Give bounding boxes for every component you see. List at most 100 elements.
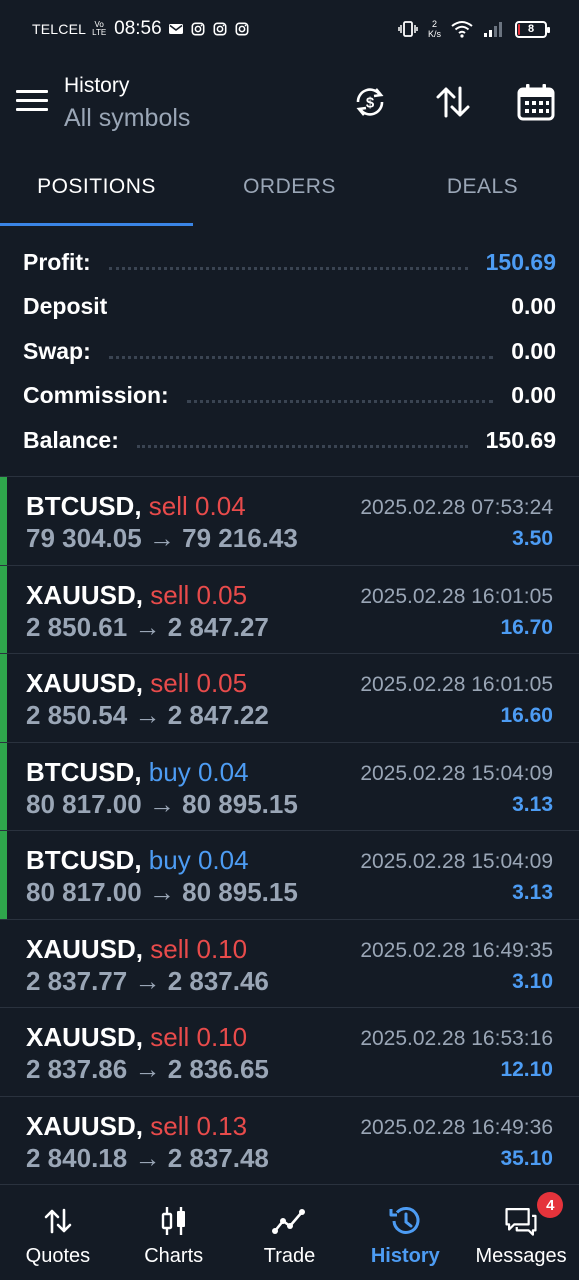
price-open: 2 840.18 [26, 1142, 128, 1173]
price-open: 2 850.61 [26, 611, 128, 642]
price-close: 2 837.46 [167, 965, 269, 996]
price-open: 80 817.00 [26, 788, 142, 819]
price-close: 2 837.48 [167, 1142, 269, 1173]
volte-indicator: Vo LTE [92, 20, 107, 37]
position-row[interactable]: XAUUSD, sell 0.10 2 837.77 → 2 837.46 2025… [0, 920, 579, 1008]
position-symbol: BTCUSD, [26, 756, 142, 787]
position-row[interactable]: BTCUSD, buy 0.04 80 817.00 → 80 895.15 202… [0, 831, 579, 920]
position-prices: 2 837.77 → 2 837.46 [26, 966, 269, 997]
price-open: 80 817.00 [26, 877, 142, 907]
position-time: 2025.02.28 16:49:36 [360, 1115, 553, 1139]
position-row[interactable]: BTCUSD, buy 0.04 80 817.00 → 80 895.15 202… [0, 742, 579, 831]
deposit-value: 0.00 [511, 293, 556, 320]
position-time: 2025.02.28 15:04:09 [360, 761, 553, 785]
positions-list: BTCUSD, sell 0.04 79 304.05 → 79 216.43 20… [0, 476, 579, 1185]
position-side: sell [150, 1022, 190, 1052]
position-marker [0, 831, 7, 919]
position-row[interactable]: XAUUSD, sell 0.05 2 850.61 → 2 847.27 2025… [0, 565, 579, 654]
instagram-icon [213, 22, 227, 36]
nav-history[interactable]: History [347, 1188, 463, 1280]
position-row[interactable]: BTCUSD, sell 0.04 79 304.05 → 79 216.43 20… [0, 477, 579, 566]
position-marker [0, 565, 7, 653]
net-speed-unit: K/s [427, 29, 441, 39]
position-symbol: XAUUSD, [26, 1110, 144, 1141]
arrow-right-icon: → [134, 1054, 161, 1084]
sort-button[interactable] [431, 80, 475, 124]
calendar-icon [517, 84, 555, 121]
menu-icon[interactable] [16, 90, 48, 116]
profit-label: Profit: [23, 248, 91, 275]
nav-messages[interactable]: Messages 4 [463, 1188, 579, 1280]
account-summary: Profit: 150.69 Deposit 0.00 Swap: 0.00 C… [0, 240, 579, 463]
position-volume: 0.10 [196, 933, 248, 964]
position-profit: 35.10 [500, 1146, 553, 1170]
battery-level: 8 [527, 23, 535, 35]
price-close: 2 847.22 [167, 700, 269, 730]
battery-icon: 8 [515, 20, 550, 38]
wifi-icon [451, 21, 473, 38]
instagram-icon [235, 22, 249, 36]
signal-icon [484, 22, 502, 37]
position-side: buy [148, 756, 191, 787]
position-side: sell [150, 579, 190, 610]
position-profit: 12.10 [500, 1058, 553, 1081]
position-symbol: XAUUSD, [26, 1022, 144, 1052]
price-close: 2 847.27 [167, 611, 269, 642]
position-volume: 0.10 [196, 1022, 248, 1052]
sort-icon [436, 86, 470, 118]
position-row[interactable]: XAUUSD, sell 0.13 2 840.18 → 2 837.48 2025… [0, 1097, 579, 1185]
position-time: 2025.02.28 07:53:24 [360, 496, 553, 519]
currency-exchange-button[interactable]: $ [348, 80, 392, 124]
position-time: 2025.02.28 16:53:16 [360, 1027, 553, 1050]
history-tabs: POSITIONS ORDERS DEALS [0, 154, 579, 226]
position-marker [0, 654, 7, 742]
position-symbol: XAUUSD, [26, 933, 144, 964]
arrow-right-icon: → [134, 611, 161, 642]
nav-quotes[interactable]: Quotes [0, 1188, 116, 1280]
bottom-navigation: Quotes Charts Trade History Messages 4 [0, 1188, 579, 1280]
profit-value: 150.69 [485, 248, 556, 275]
swap-label: Swap: [23, 337, 91, 364]
position-profit: 3.10 [512, 969, 553, 993]
position-prices: 2 850.54 → 2 847.22 [26, 700, 269, 731]
vibrate-icon [398, 21, 418, 37]
tab-deals[interactable]: DEALS [386, 154, 579, 226]
arrow-right-icon: → [148, 523, 175, 553]
nav-trade[interactable]: Trade [232, 1188, 348, 1280]
position-volume: 0.04 [197, 845, 249, 875]
tab-positions[interactable]: POSITIONS [0, 154, 193, 226]
position-symbol: XAUUSD, [26, 668, 144, 698]
arrow-right-icon: → [134, 700, 161, 730]
tab-orders[interactable]: ORDERS [193, 154, 386, 226]
battery-fill [518, 23, 521, 35]
position-volume: 0.13 [196, 1110, 248, 1141]
net-speed: 2 K/s [428, 19, 441, 39]
position-prices: 80 817.00 → 80 895.15 [26, 877, 298, 908]
status-bar: TELCEL Vo LTE 08:56 2 K/s 8 [0, 0, 579, 58]
price-open: 2 837.77 [26, 965, 128, 996]
position-row[interactable]: XAUUSD, sell 0.05 2 850.54 → 2 847.22 2025… [0, 654, 579, 743]
price-open: 79 304.05 [26, 523, 142, 553]
position-header: XAUUSD, sell 0.05 [26, 580, 247, 611]
position-profit: 16.60 [500, 704, 553, 727]
carrier-name: TELCEL [32, 21, 87, 37]
trend-line-icon [272, 1204, 306, 1238]
position-side: sell [148, 491, 188, 521]
dotted-leader [125, 311, 493, 314]
position-side: sell [150, 933, 190, 964]
position-time: 2025.02.28 16:01:05 [360, 584, 553, 608]
nav-charts[interactable]: Charts [116, 1188, 232, 1280]
dotted-leader [108, 266, 468, 270]
price-close: 79 216.43 [182, 523, 298, 553]
position-profit: 16.70 [500, 615, 553, 639]
quotes-arrows-icon [41, 1204, 75, 1238]
nav-trade-label: Trade [263, 1245, 316, 1267]
position-row[interactable]: XAUUSD, sell 0.10 2 837.86 → 2 836.65 2025… [0, 1008, 579, 1097]
position-prices: 80 817.00 → 80 895.15 [26, 789, 298, 820]
calendar-button[interactable] [514, 80, 558, 124]
position-profit: 3.13 [512, 792, 553, 816]
symbol-filter[interactable]: All symbols [64, 104, 190, 133]
status-bar-right: 2 K/s 8 [398, 19, 550, 39]
deposit-label: Deposit [23, 293, 108, 320]
chat-bubbles-icon [504, 1204, 538, 1238]
